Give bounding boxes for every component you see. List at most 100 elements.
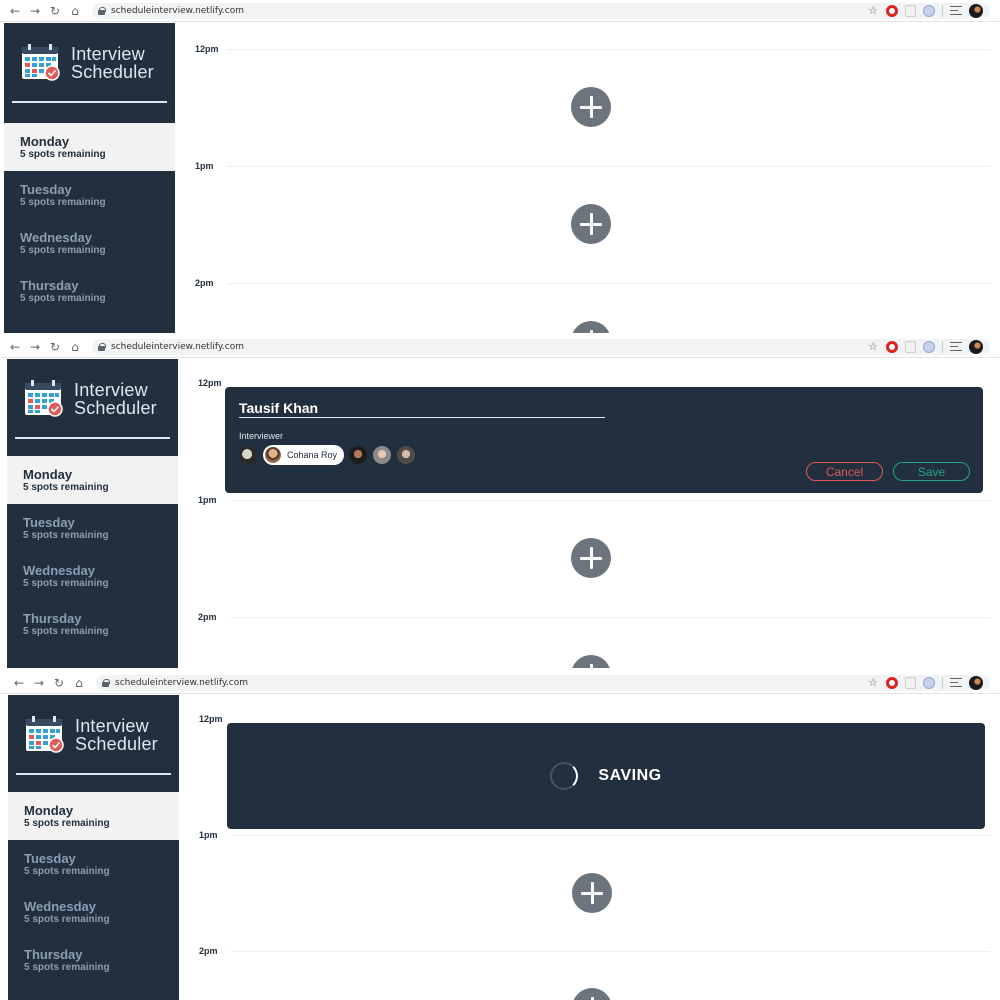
add-appointment-button[interactable] <box>571 321 611 333</box>
day-list-item-wednesday[interactable]: Wednesday 5 spots remaining <box>7 552 178 600</box>
address-bar[interactable]: scheduleinterview.netlify.com ☆ <box>96 674 990 691</box>
logo: Interview Scheduler <box>8 695 179 775</box>
day-list-item-thursday[interactable]: Thursday 5 spots remaining <box>4 267 175 315</box>
day-name: Wednesday <box>23 563 96 578</box>
day-spots: 5 spots remaining <box>20 197 106 208</box>
home-icon[interactable]: ⌂ <box>66 2 84 20</box>
student-name-input[interactable]: Tausif Khan <box>239 400 318 416</box>
back-icon[interactable]: ← <box>10 674 28 692</box>
day-list-item-monday[interactable]: Monday 5 spots remaining <box>4 123 175 171</box>
opera-icon[interactable] <box>886 340 898 353</box>
day-list-item-wednesday[interactable]: Wednesday 5 spots remaining <box>4 219 175 267</box>
day-spots: 5 spots remaining <box>24 962 110 973</box>
app-title: Interview Scheduler <box>75 717 158 753</box>
day-spots: 5 spots remaining <box>23 530 109 541</box>
toolbar-divider <box>942 340 943 353</box>
home-icon[interactable]: ⌂ <box>70 674 88 692</box>
profile-avatar-icon[interactable] <box>969 675 983 690</box>
save-button[interactable]: Save <box>893 462 970 481</box>
blue-extension-icon[interactable] <box>923 676 935 689</box>
screenshot-frame-form-open: ← → ↻ ⌂ scheduleinterview.netlify.com ☆ <box>0 336 1000 668</box>
day-list-item-tuesday[interactable]: Tuesday 5 spots remaining <box>7 504 178 552</box>
bookmark-star-icon[interactable]: ☆ <box>868 340 878 353</box>
hour-divider <box>227 49 990 50</box>
lock-icon <box>102 678 110 687</box>
reload-icon[interactable]: ↻ <box>50 674 68 692</box>
day-name: Monday <box>24 803 74 818</box>
reading-list-icon[interactable] <box>950 6 962 15</box>
app-title: Interview Scheduler <box>74 381 157 417</box>
add-appointment-button[interactable] <box>571 87 611 127</box>
blank-extension-icon[interactable] <box>905 4 916 17</box>
bookmark-star-icon[interactable]: ☆ <box>868 4 878 17</box>
selected-interviewer-name: Cohana Roy <box>287 450 338 460</box>
day-name: Thursday <box>20 278 79 293</box>
calendar-logo-icon <box>25 380 63 417</box>
sidebar: Interview Scheduler Monday 5 spots remai… <box>7 359 178 668</box>
day-spots: 5 spots remaining <box>20 149 106 160</box>
day-name: Tuesday <box>23 515 75 530</box>
blue-extension-icon[interactable] <box>923 340 935 353</box>
profile-avatar-icon[interactable] <box>969 3 983 18</box>
day-list-item-thursday[interactable]: Thursday 5 spots remaining <box>7 600 178 648</box>
opera-icon[interactable] <box>886 676 898 689</box>
bookmark-star-icon[interactable]: ☆ <box>868 676 878 689</box>
browser-toolbar: ← → ↻ ⌂ scheduleinterview.netlify.com ☆ <box>0 0 1000 22</box>
logo: Interview Scheduler <box>7 359 178 439</box>
interviewer-avatar[interactable] <box>238 445 258 465</box>
lock-icon <box>98 342 106 351</box>
interviewer-avatar[interactable] <box>348 445 368 465</box>
plus-icon-vertical <box>590 882 594 904</box>
hour-label-1pm: 1pm <box>199 830 218 840</box>
sidebar-divider <box>16 773 171 775</box>
address-bar[interactable]: scheduleinterview.netlify.com ☆ <box>92 2 990 19</box>
forward-icon[interactable]: → <box>26 2 44 20</box>
home-icon[interactable]: ⌂ <box>66 338 84 356</box>
forward-icon[interactable]: → <box>30 674 48 692</box>
day-spots: 5 spots remaining <box>24 914 110 925</box>
day-list-item-thursday[interactable]: Thursday 5 spots remaining <box>8 936 179 984</box>
profile-avatar-icon[interactable] <box>969 339 983 354</box>
hour-label-2pm: 2pm <box>198 612 217 622</box>
day-spots: 5 spots remaining <box>23 578 109 589</box>
cancel-button[interactable]: Cancel <box>806 462 883 481</box>
blank-extension-icon[interactable] <box>905 340 916 353</box>
sidebar: Interview Scheduler Monday 5 spots remai… <box>8 695 179 1000</box>
address-bar[interactable]: scheduleinterview.netlify.com ☆ <box>92 338 990 355</box>
blue-extension-icon[interactable] <box>923 4 935 17</box>
add-appointment-button[interactable] <box>572 988 612 1000</box>
add-appointment-button[interactable] <box>572 873 612 913</box>
app-title-line1: Interview <box>74 380 148 400</box>
toolbar-divider <box>942 4 943 17</box>
app-title-line2: Scheduler <box>75 734 158 754</box>
back-icon[interactable]: ← <box>6 2 24 20</box>
hour-label-1pm: 1pm <box>198 495 217 505</box>
reading-list-icon[interactable] <box>950 342 962 351</box>
day-list-item-monday[interactable]: Monday 5 spots remaining <box>7 456 178 504</box>
saving-status-card: SAVING <box>227 723 985 829</box>
day-spots: 5 spots remaining <box>20 293 106 304</box>
blank-extension-icon[interactable] <box>905 676 916 689</box>
reading-list-icon[interactable] <box>950 678 962 687</box>
interviewer-avatar[interactable] <box>396 445 416 465</box>
add-appointment-button[interactable] <box>571 655 611 668</box>
reload-icon[interactable]: ↻ <box>46 338 64 356</box>
sidebar-divider <box>12 101 167 103</box>
opera-icon[interactable] <box>886 4 898 17</box>
back-icon[interactable]: ← <box>6 338 24 356</box>
browser-toolbar: ← → ↻ ⌂ scheduleinterview.netlify.com ☆ <box>0 336 1000 358</box>
selected-interviewer[interactable]: Cohana Roy <box>263 445 344 465</box>
add-appointment-button[interactable] <box>571 204 611 244</box>
interviewer-avatar[interactable] <box>372 445 392 465</box>
app-title-line1: Interview <box>71 44 145 64</box>
day-spots: 5 spots remaining <box>24 818 110 829</box>
forward-icon[interactable]: → <box>26 338 44 356</box>
day-list-item-wednesday[interactable]: Wednesday 5 spots remaining <box>8 888 179 936</box>
day-list-item-tuesday[interactable]: Tuesday 5 spots remaining <box>8 840 179 888</box>
day-list-item-monday[interactable]: Monday 5 spots remaining <box>8 792 179 840</box>
day-list-item-tuesday[interactable]: Tuesday 5 spots remaining <box>4 171 175 219</box>
add-appointment-button[interactable] <box>571 538 611 578</box>
reload-icon[interactable]: ↻ <box>46 2 64 20</box>
screenshot-frame-empty-schedule: ← → ↻ ⌂ scheduleinterview.netlify.com ☆ <box>0 0 1000 333</box>
plus-icon-vertical <box>589 213 593 235</box>
